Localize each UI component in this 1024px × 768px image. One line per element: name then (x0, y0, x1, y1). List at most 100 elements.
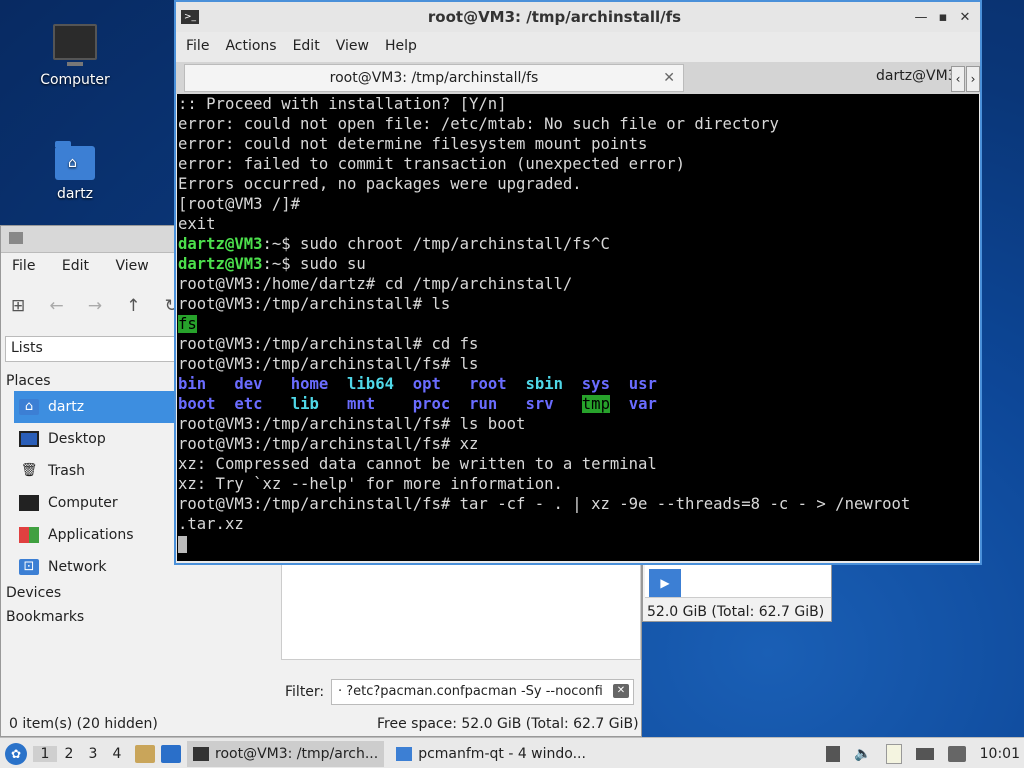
close-icon[interactable]: ✕ (954, 10, 976, 25)
file-list-area[interactable] (281, 556, 641, 660)
desktop-icon-dartz[interactable]: ⌂ dartz (20, 141, 130, 202)
filter-label: Filter: (285, 684, 325, 700)
terminal-window: >_ root@VM3: /tmp/archinstall/fs — ▪ ✕ F… (174, 0, 982, 565)
prompt-user: dartz@VM3 (178, 235, 263, 253)
tab-dartz[interactable]: dartz@VM3 (876, 68, 957, 84)
terminal-screen[interactable]: :: Proceed with installation? [Y/n] erro… (177, 94, 979, 561)
terminal-line: .tar.xz (178, 515, 244, 533)
sidebar-item-computer[interactable]: Computer (1, 487, 177, 519)
text-cursor (178, 536, 187, 553)
terminal-line: :: Proceed with installation? [Y/n] (178, 95, 507, 113)
terminal-line: xz: Try `xz --help' for more information… (178, 475, 563, 493)
minimize-icon[interactable]: — (910, 10, 932, 25)
desktop-icon-label: Computer (40, 72, 110, 88)
terminal-line: error: could not open file: /etc/mtab: N… (178, 115, 779, 133)
ls-entry: fs (178, 315, 197, 333)
file-manager-launcher-icon[interactable] (135, 744, 155, 763)
sidebar-item-network[interactable]: ⊡ Network (1, 551, 177, 583)
task-terminal[interactable]: root@VM3: /tmp/arch... (187, 740, 385, 767)
terminal-line: xz: Compressed data cannot be written to… (178, 455, 657, 473)
window-title: root@VM3: /tmp/archinstall/fs (427, 8, 682, 26)
workspace-3[interactable]: 3 (81, 746, 105, 762)
terminal-line: exit (178, 215, 216, 233)
prompt-user: dartz@VM3 (178, 255, 263, 273)
ls-entry: home (290, 375, 329, 393)
clock[interactable]: 10:01 (980, 746, 1020, 762)
workspace-1[interactable]: 1 (33, 745, 57, 762)
desktop-icon (19, 431, 39, 447)
task-file-manager[interactable]: pcmanfm-qt - 4 windo... (390, 741, 592, 767)
close-tab-icon[interactable]: ✕ (663, 65, 675, 91)
terminal-icon (193, 746, 209, 761)
folder-icon (396, 746, 413, 761)
status-free-space: 52.0 GiB (Total: 62.7 GiB) (647, 604, 825, 620)
terminal-line: fs (177, 314, 979, 334)
menu-edit[interactable]: Edit (285, 38, 328, 54)
file-manager-window-2: ▶ 52.0 GiB (Total: 62.7 GiB) (642, 560, 832, 622)
ls-entry: var (628, 395, 657, 413)
terminal-line (177, 534, 979, 554)
up-arrow-icon[interactable]: ↑ (126, 296, 159, 316)
show-desktop-icon[interactable] (161, 744, 181, 763)
view-mode-select[interactable]: Lists (5, 336, 177, 362)
folder-icon (9, 232, 23, 244)
sidebar-item-trash[interactable]: 🗑 Trash (1, 455, 177, 487)
terminal-line: Errors occurred, no packages were upgrad… (178, 175, 582, 193)
sidebar-item-dartz[interactable]: ⌂ dartz (14, 391, 177, 423)
terminal-line: root@VM3:/tmp/archinstall# ls (178, 295, 451, 313)
filter-input[interactable]: · ?etc?pacman.confpacman -Sy --noconfi ✕ (331, 679, 634, 705)
terminal-line: root@VM3:/home/dartz# cd /tmp/archinstal… (178, 275, 573, 293)
ls-entry: opt (412, 375, 441, 393)
terminal-line: root@VM3:/tmp/archinstall/fs# tar -cf - … (178, 495, 911, 513)
maximize-icon[interactable]: ▪ (932, 10, 954, 25)
cursor-icon[interactable] (826, 745, 841, 762)
back-arrow-icon[interactable]: ← (49, 296, 82, 316)
terminal-line: boot etc lib mnt proc run srv tmp var (177, 394, 979, 414)
clipboard-icon[interactable] (885, 743, 902, 764)
desktop-icon-computer[interactable]: Computer (20, 24, 130, 88)
devices-heading[interactable]: Devices (1, 583, 177, 603)
tab-scroll-right-icon[interactable]: › (966, 66, 980, 92)
update-icon[interactable] (947, 745, 966, 762)
menu-file[interactable]: File (178, 38, 217, 54)
ls-entry: proc (412, 395, 451, 413)
sidebar-item-desktop[interactable]: Desktop (1, 423, 177, 455)
workspace-4[interactable]: 4 (105, 746, 129, 762)
start-menu-icon[interactable]: ✿ (5, 742, 27, 765)
menu-edit[interactable]: Edit (51, 258, 100, 274)
terminal-menubar: File Actions Edit View Help (176, 32, 980, 60)
tab-scroll-left-icon[interactable]: ‹ (951, 66, 965, 92)
volume-icon[interactable]: 🔈 (854, 746, 871, 762)
computer-icon (53, 24, 97, 66)
forward-arrow-icon[interactable]: → (88, 296, 121, 316)
places-heading[interactable]: Places (1, 371, 177, 391)
menu-help[interactable]: Help (377, 38, 425, 54)
ls-entry: srv (525, 395, 554, 413)
ls-entry: root (469, 375, 507, 393)
menu-file[interactable]: File (1, 258, 46, 274)
workspace-2[interactable]: 2 (57, 746, 81, 762)
sidebar-item-applications[interactable]: Applications (1, 519, 177, 551)
terminal-line: dartz@VM3:~$ sudo chroot /tmp/archinstal… (178, 235, 610, 253)
terminal-line: dartz@VM3:~$ sudo su (178, 255, 366, 273)
tab-root[interactable]: root@VM3: /tmp/archinstall/fs ✕ (184, 64, 684, 92)
trash-icon: 🗑 (20, 463, 38, 478)
terminal-line: [root@VM3 /]# (178, 195, 301, 213)
menu-view[interactable]: View (104, 258, 159, 274)
ls-entry: dev (234, 375, 263, 393)
file-list-area[interactable]: ▶ (645, 563, 831, 598)
clear-icon[interactable]: ✕ (613, 684, 629, 698)
terminal-titlebar[interactable]: >_ root@VM3: /tmp/archinstall/fs — ▪ ✕ (176, 2, 980, 32)
status-free-space: Free space: 52.0 GiB (Total: 62.7 GiB) (377, 716, 639, 732)
ls-entry: run (469, 395, 498, 413)
home-folder-icon: ⌂ (19, 399, 39, 415)
ls-entry: tmp (581, 395, 610, 413)
new-tab-icon[interactable]: ⊞ (11, 296, 44, 316)
menu-view[interactable]: View (328, 38, 377, 54)
taskbar: ✿ 1 2 3 4 root@VM3: /tmp/arch... pcmanfm… (0, 737, 1024, 768)
network-icon[interactable] (915, 747, 934, 760)
menu-actions[interactable]: Actions (217, 38, 284, 54)
bookmarks-heading[interactable]: Bookmarks (1, 607, 177, 627)
videos-folder-icon[interactable]: ▶ (649, 569, 681, 597)
terminal-line: error: could not determine filesystem mo… (178, 135, 648, 153)
